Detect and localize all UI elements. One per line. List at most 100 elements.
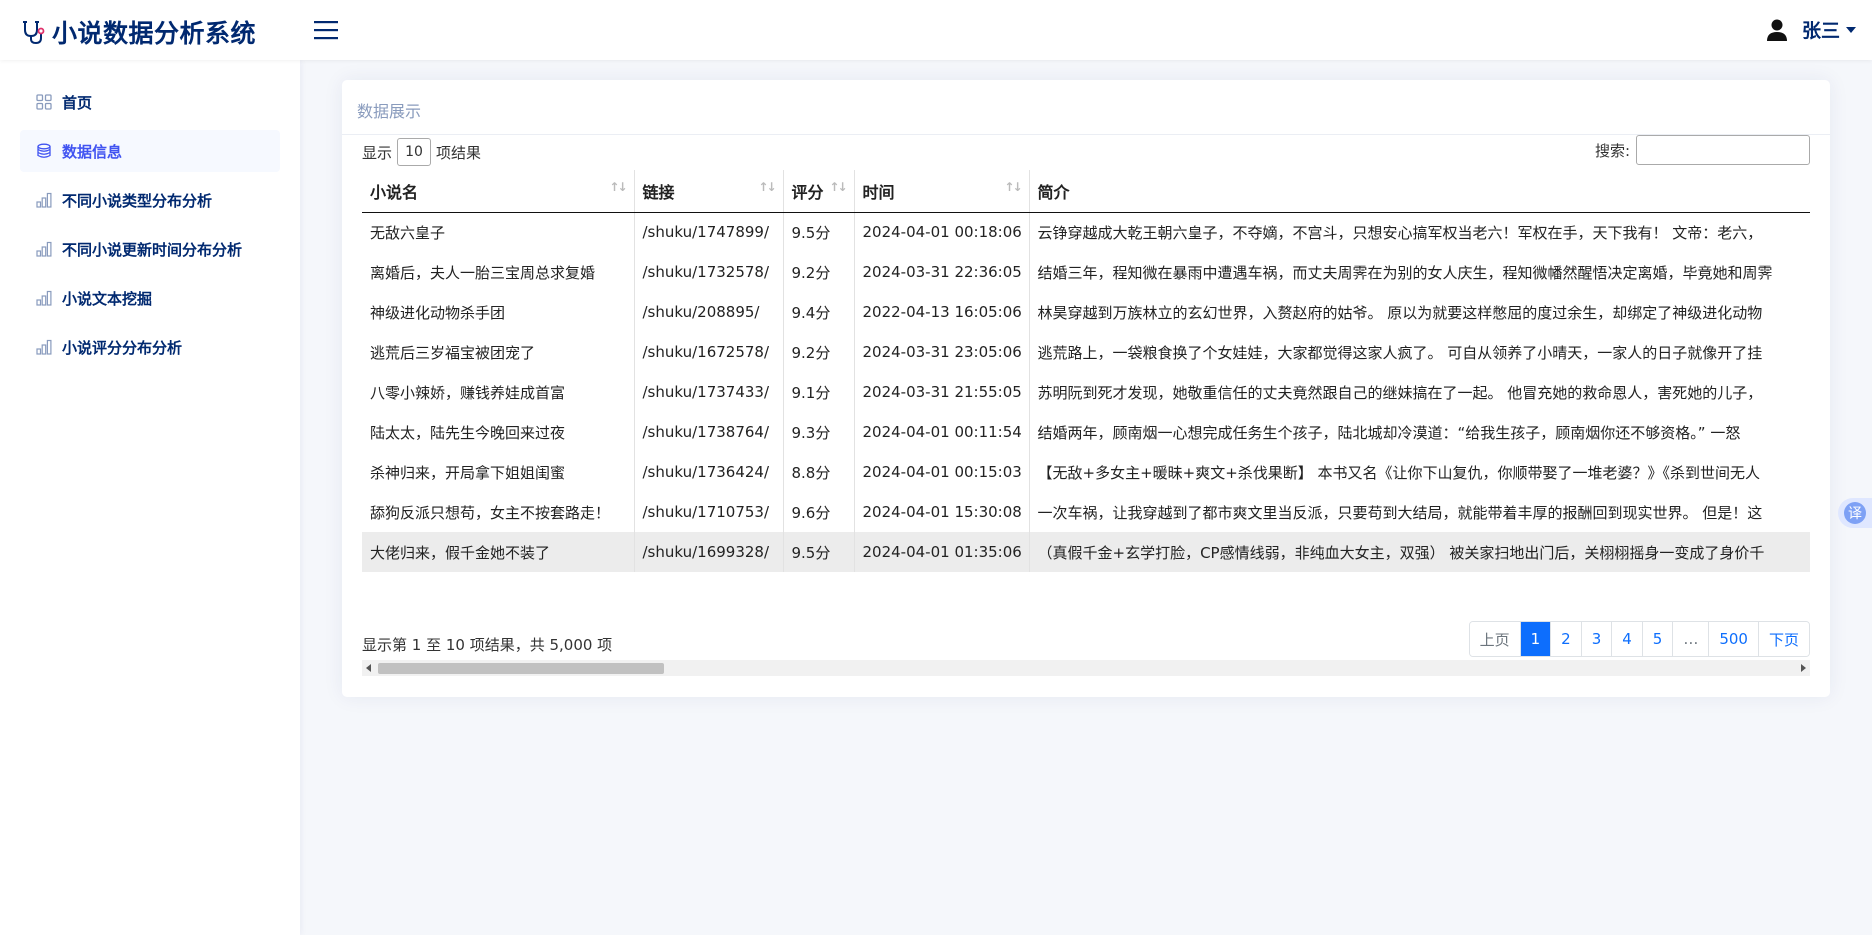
scrollbar-thumb[interactable] [378,663,664,674]
cell-time: 2024-04-01 01:35:06 [854,532,1030,572]
cell-link: /shuku/1672578/ [634,332,784,372]
hamburger-menu-icon[interactable] [313,18,339,42]
search-input[interactable] [1636,135,1810,165]
page-length-control: 显示 10 项结果 [362,138,481,166]
sidebar-item-rating-distribution[interactable]: 小说评分分布分析 [20,326,280,368]
cell-rating: 9.2分 [783,332,855,372]
sort-icon: ↑↓ [829,180,847,194]
chevron-down-icon [1846,26,1856,33]
cell-link: /shuku/1738764/ [634,412,784,452]
cell-summary: 一次车祸，让我穿越到了都市爽文里当反派，只要苟到大结局，就能带着丰厚的报酬回到现… [1029,492,1810,532]
sidebar-item-type-distribution[interactable]: 不同小说类型分布分析 [20,179,280,221]
cell-name: 逃荒后三岁福宝被团宠了 [362,332,635,372]
page-1[interactable]: 1 [1519,622,1551,656]
data-card: 数据展示 显示 10 项结果 搜索: 小说名 ↑↓ 链接 ↑↓ 评分 ↑↓ 时间 ↑↓ … [342,80,1830,697]
cell-link: /shuku/1699328/ [634,532,784,572]
cell-name: 杀神归来，开局拿下姐姐闺蜜 [362,452,635,492]
sidebar-item-label: 小说评分分布分析 [62,338,183,357]
table-row[interactable]: 逃荒后三岁福宝被团宠了/shuku/1672578/9.2分 2024-03-31… [362,332,1810,372]
cell-time: 2024-03-31 23:05:06 [854,332,1030,372]
translate-button[interactable]: 译 [1838,498,1872,528]
cell-rating: 9.6分 [783,492,855,532]
user-menu[interactable]: 张三 [1766,16,1856,43]
cell-name: 舔狗反派只想苟，女主不按套路走！ [362,492,635,532]
sidebar-item-update-time-distribution[interactable]: 不同小说更新时间分布分析 [20,228,280,270]
bar-chart-icon [36,192,52,208]
top-header: 小说数据分析系统 张三 [0,0,1872,60]
table-row[interactable]: 神级进化动物杀手团/shuku/208895/9.4分 2022-04-13 16… [362,292,1810,332]
translate-icon: 译 [1844,502,1866,524]
cell-name: 离婚后，夫人一胎三宝周总求复婚 [362,252,635,292]
pagination: 上页 1 2 3 4 5… 500 下页 [1468,621,1810,657]
search-control: 搜索: [1595,135,1810,165]
app-title: 小说数据分析系统 [52,19,257,48]
card-title: 数据展示 [357,102,422,121]
page-2[interactable]: 2 [1550,622,1581,656]
brand[interactable]: 小说数据分析系统 [20,14,256,50]
sort-icon: ↑↓ [1004,180,1022,194]
column-header-time[interactable]: 时间 ↑↓ [854,170,1030,213]
cell-name: 神级进化动物杀手团 [362,292,635,332]
cell-summary: 结婚两年，顾南烟一心想完成任务生个孩子，陆北城却冷漠道：“给我生孩子，顾南烟你还… [1029,412,1810,452]
page-5[interactable]: 5 [1641,622,1673,656]
cell-link: /shuku/1710753/ [634,492,784,532]
column-header-name[interactable]: 小说名 ↑↓ [362,170,635,213]
table-row[interactable]: 大佬归来，假千金她不装了/shuku/1699328/9.5分 2024-04-0… [362,532,1810,572]
page-3[interactable]: 3 [1580,622,1612,656]
cell-name: 陆太太，陆先生今晚回来过夜 [362,412,635,452]
cell-time: 2022-04-13 16:05:06 [854,292,1030,332]
column-header-link[interactable]: 链接 ↑↓ [634,170,784,213]
user-name: 张三 [1801,20,1840,42]
sidebar-item-data-info[interactable]: 数据信息 [20,130,280,172]
table-row[interactable]: 陆太太，陆先生今晚回来过夜/shuku/1738764/9.3分 2024-04-… [362,412,1810,452]
page-500[interactable]: 500 [1708,622,1758,656]
cell-name: 八零小辣娇，赚钱养娃成首富 [362,372,635,412]
cell-rating: 8.8分 [783,452,855,492]
database-icon [37,143,51,158]
bar-chart-icon [36,339,52,355]
cell-link: /shuku/1736424/ [634,452,784,492]
logo-icon [23,21,45,45]
column-header-rating[interactable]: 评分 ↑↓ [783,170,855,213]
scroll-left-icon[interactable] [366,664,371,672]
cell-time: 2024-04-01 15:30:08 [854,492,1030,532]
length-prefix: 显示 [362,143,393,162]
sort-icon: ↑↓ [609,180,627,194]
grid-icon [36,94,52,110]
table-row[interactable]: 离婚后，夫人一胎三宝周总求复婚/shuku/1732578/9.2分 2024-0… [362,252,1810,292]
cell-rating: 9.5分 [783,212,855,252]
horizontal-scrollbar[interactable] [362,660,1810,676]
cell-time: 2024-04-01 00:11:54 [854,412,1030,452]
cell-summary: 林昊穿越到万族林立的玄幻世界，入赘赵府的姑爷。 原以为就要这样憋屈的度过余生，却… [1029,292,1810,332]
cell-time: 2024-03-31 22:36:05 [854,252,1030,292]
page-4[interactable]: 4 [1611,622,1642,656]
cell-name: 无敌六皇子 [362,212,635,252]
page-length-select[interactable]: 10 [397,138,432,166]
cell-summary: （真假千金+玄学打脸，CP感情线弱，非纯血大女主，双强） 被关家扫地出门后，关栩… [1029,532,1810,572]
column-header-summary[interactable]: 简介 [1029,170,1810,213]
prev-page-button[interactable]: 上页 [1469,622,1520,656]
cell-time: 2024-03-31 21:55:05 [854,372,1030,412]
table-container: 小说名 ↑↓ 链接 ↑↓ 评分 ↑↓ 时间 ↑↓ 简介 无敌六皇子/shuku/1747… [362,170,1810,572]
cell-time: 2024-04-01 00:15:03 [854,452,1030,492]
table-row[interactable]: 舔狗反派只想苟，女主不按套路走！/shuku/1710753/9.6分 2024-… [362,492,1810,532]
cell-rating: 9.3分 [783,412,855,452]
cell-time: 2024-04-01 00:18:06 [854,212,1030,252]
cell-link: /shuku/1747899/ [634,212,784,252]
length-suffix: 项结果 [436,143,482,162]
cell-rating: 9.5分 [783,532,855,572]
cell-link: /shuku/1737433/ [634,372,784,412]
table-row[interactable]: 杀神归来，开局拿下姐姐闺蜜/shuku/1736424/8.8分 2024-04-… [362,452,1810,492]
sidebar-item-label: 不同小说更新时间分布分析 [62,240,243,259]
sidebar-item-home[interactable]: 首页 [20,81,280,123]
sidebar-item-text-mining[interactable]: 小说文本挖掘 [20,277,280,319]
cell-name: 大佬归来，假千金她不装了 [362,532,635,572]
sidebar-item-label: 首页 [62,93,93,112]
table-row[interactable]: 无敌六皇子/shuku/1747899/9.5分 2024-04-01 00:18… [362,212,1810,252]
scroll-right-icon[interactable] [1801,664,1806,672]
sidebar-item-label: 数据信息 [62,142,123,161]
next-page-button[interactable]: 下页 [1757,622,1809,656]
sort-icon: ↑↓ [758,180,776,194]
table-row[interactable]: 八零小辣娇，赚钱养娃成首富/shuku/1737433/9.1分 2024-03-… [362,372,1810,412]
search-label: 搜索: [1594,141,1630,160]
